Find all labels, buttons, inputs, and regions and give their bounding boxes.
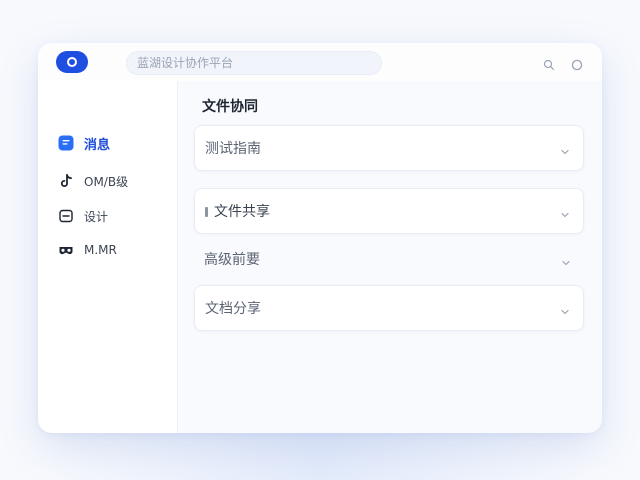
message-icon <box>58 135 74 151</box>
top-bar: 蓝湖设计协作平台 <box>38 43 602 81</box>
sidebar-item-label: 设计 <box>84 209 109 224</box>
drag-handle-icon[interactable] <box>205 207 208 217</box>
search-placeholder: 蓝湖设计协作平台 <box>137 56 234 70</box>
sidebar-item-design[interactable]: 设计 <box>58 206 108 226</box>
sidebar: 消息 OM/B级 设计 M.MR <box>38 81 177 433</box>
chevron-down-icon[interactable] <box>559 303 571 322</box>
glasses-icon <box>58 242 74 258</box>
accordion-label: 测试指南 <box>205 141 261 157</box>
sidebar-item-label: OM/B级 <box>84 174 129 189</box>
accordion-file-share[interactable]: 文件共享 <box>194 188 584 234</box>
accordion-label-wrap: 文件共享 <box>205 189 270 235</box>
logo-ring-icon <box>67 57 77 67</box>
sidebar-item-label: 消息 <box>84 137 111 153</box>
search-icon[interactable] <box>543 56 555 75</box>
sidebar-item-mmr[interactable]: M.MR <box>58 240 117 260</box>
page-title: 文件协同 <box>202 99 258 115</box>
sidebar-item-messages[interactable]: 消息 <box>58 133 110 153</box>
accordion-label: 文件共享 <box>214 204 270 220</box>
accordion-doc-share[interactable]: 文档分享 <box>194 285 584 331</box>
accordion-test-guide[interactable]: 测试指南 <box>194 125 584 171</box>
main-panel: 文件协同 测试指南 文件共享 高级前要 文档分享 <box>177 81 602 433</box>
search-input[interactable]: 蓝湖设计协作平台 <box>126 51 382 75</box>
app-window: 蓝湖设计协作平台 消息 OM/B级 设计 M.MR 文件协同 测试指南 文件共享… <box>38 43 602 433</box>
accordion-label: 文档分享 <box>205 301 261 317</box>
design-icon <box>58 208 74 224</box>
chevron-down-icon[interactable] <box>560 254 572 273</box>
settings-icon[interactable] <box>571 56 583 75</box>
tiktok-icon <box>58 173 74 189</box>
chevron-down-icon[interactable] <box>559 206 571 225</box>
accordion-label: 高级前要 <box>204 252 260 268</box>
sidebar-item-label: M.MR <box>84 243 117 257</box>
accordion-advanced[interactable]: 高级前要 <box>194 237 584 283</box>
chevron-down-icon[interactable] <box>559 143 571 162</box>
sidebar-item-om[interactable]: OM/B级 <box>58 171 128 191</box>
app-logo[interactable] <box>56 51 88 73</box>
